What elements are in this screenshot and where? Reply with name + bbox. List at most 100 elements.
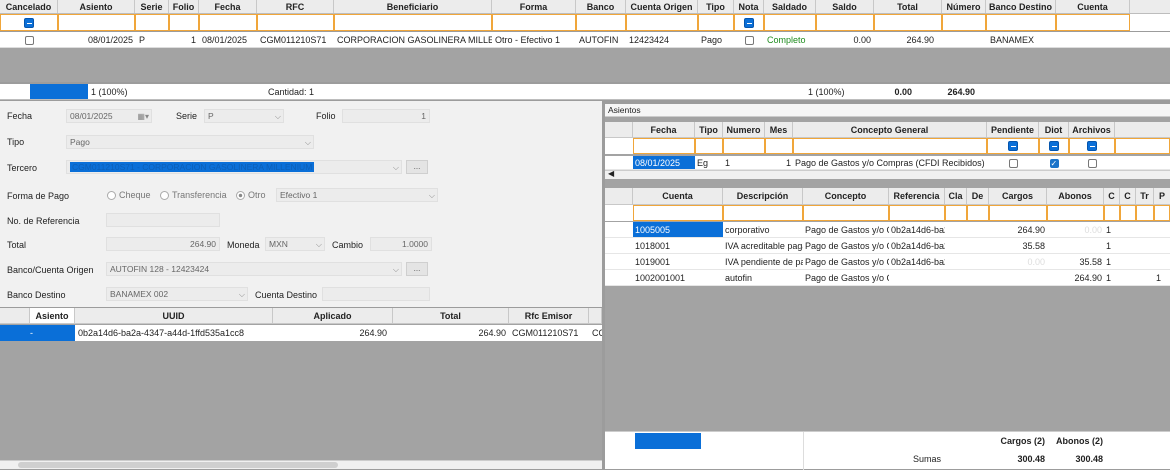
col-beneficiario[interactable]: Beneficiario <box>334 0 492 13</box>
col-banco-destino[interactable]: Banco Destino <box>986 0 1056 13</box>
filter-tr[interactable] <box>1136 205 1154 221</box>
tercero-select[interactable]: CGM011210S71 - CORPORACION GASOLINERA MI… <box>66 160 402 174</box>
pendiente-cell[interactable] <box>987 156 1039 169</box>
cambio-input[interactable]: 1.0000 <box>370 237 432 251</box>
col-rfc-emisor[interactable]: Rfc Emisor <box>509 308 589 323</box>
filter-fecha[interactable] <box>199 14 257 31</box>
tipo-select[interactable]: Pago ⌵ <box>66 135 314 149</box>
col-concepto[interactable]: Concepto <box>803 188 889 204</box>
table-row[interactable]: 08/01/2025 Eg 1 1 Pago de Gastos y/o Com… <box>605 156 1170 170</box>
filter-toggle-icon[interactable] <box>744 18 754 28</box>
col-saldo[interactable]: Saldo <box>816 0 874 13</box>
col-p[interactable]: P <box>1154 188 1170 204</box>
filter-pendiente[interactable] <box>987 138 1039 154</box>
banco-origen-select[interactable]: AUTOFIN 128 - 12423424 ⌵ <box>106 262 402 276</box>
col-total[interactable]: Total <box>393 308 509 323</box>
filter-c1[interactable] <box>1104 205 1120 221</box>
filter-forma[interactable] <box>492 14 576 31</box>
col-tipo[interactable]: Tipo <box>695 122 723 137</box>
filter-abonos[interactable] <box>1047 205 1104 221</box>
cuenta-destino-input[interactable] <box>322 287 430 301</box>
col-cancelado[interactable]: Cancelado <box>0 0 58 13</box>
table-row[interactable]: - 0b2a14d6-ba2a-4347-a44d-1ffd535a1cc8 2… <box>0 325 602 341</box>
col-cuenta[interactable]: Cuenta <box>633 188 723 204</box>
col-cla[interactable]: Cla <box>945 188 967 204</box>
filter-total[interactable] <box>874 14 942 31</box>
col-fecha[interactable]: Fecha <box>199 0 257 13</box>
filter-tipo[interactable] <box>698 14 734 31</box>
radio-transferencia[interactable]: Transferencia <box>160 190 227 201</box>
filter-archivos[interactable] <box>1069 138 1115 154</box>
col-numero[interactable]: Numero <box>723 122 765 137</box>
filter-numero[interactable] <box>942 14 986 31</box>
archivos-cell[interactable] <box>1069 156 1115 169</box>
col-tr[interactable]: Tr <box>1136 188 1154 204</box>
filter-concepto[interactable] <box>793 138 987 154</box>
filter-cuenta[interactable] <box>633 205 723 221</box>
col-diot[interactable]: Diot <box>1039 122 1069 137</box>
nota-cell[interactable] <box>734 32 764 47</box>
col-c1[interactable]: C <box>1104 188 1120 204</box>
filter-diot[interactable] <box>1039 138 1069 154</box>
calendar-icon[interactable]: ▦▾ <box>137 111 149 122</box>
filter-tipo[interactable] <box>695 138 723 154</box>
table-row[interactable]: 1019001 IVA pendiente de pago Pago de Ga… <box>605 254 1170 270</box>
col-banco[interactable]: Banco <box>576 0 626 13</box>
filter-banco[interactable] <box>576 14 626 31</box>
col-pendiente[interactable]: Pendiente <box>987 122 1039 137</box>
filter-de[interactable] <box>967 205 989 221</box>
col-rfc[interactable]: RFC <box>257 0 334 13</box>
filter-rfc[interactable] <box>257 14 334 31</box>
diot-checkbox[interactable] <box>1049 157 1059 169</box>
filter-numero[interactable] <box>723 138 765 154</box>
col-asiento[interactable]: Asiento <box>58 0 135 13</box>
filter-folio[interactable] <box>169 14 199 31</box>
banco-origen-browse-button[interactable]: ... <box>406 262 428 276</box>
col-cuenta-origen[interactable]: Cuenta Origen <box>626 0 698 13</box>
filter-toggle-icon[interactable] <box>1049 141 1059 151</box>
col-serie[interactable]: Serie <box>135 0 169 13</box>
filter-cla[interactable] <box>945 205 967 221</box>
nota-checkbox[interactable] <box>744 36 754 46</box>
diot-cell[interactable] <box>1039 156 1069 169</box>
filter-descripcion[interactable] <box>723 205 803 221</box>
filter-saldo[interactable] <box>816 14 874 31</box>
filter-banco-destino[interactable] <box>986 14 1056 31</box>
scroll-left-icon[interactable]: ◀ <box>608 169 614 178</box>
cancelado-cell[interactable] <box>0 32 58 47</box>
filter-fecha[interactable] <box>633 138 695 154</box>
filter-p[interactable] <box>1154 205 1170 221</box>
filter-serie[interactable] <box>135 14 169 31</box>
col-fecha[interactable]: Fecha <box>633 122 695 137</box>
table-row[interactable]: 1018001 IVA acreditable pagado Pago de G… <box>605 238 1170 254</box>
table-row[interactable]: 1005005 corporativo Pago de Gastos y/o C… <box>605 222 1170 238</box>
forma-select[interactable]: Efectivo 1 ⌵ <box>276 188 438 202</box>
filter-cargos[interactable] <box>989 205 1047 221</box>
col-saldado[interactable]: Saldado <box>764 0 816 13</box>
col-referencia[interactable]: Referencia <box>889 188 945 204</box>
tercero-browse-button[interactable]: ... <box>406 160 428 174</box>
filter-nota[interactable] <box>734 14 764 31</box>
filter-toggle-icon[interactable] <box>1087 141 1097 151</box>
col-forma[interactable]: Forma <box>492 0 576 13</box>
banco-destino-select[interactable]: BANAMEX 002 ⌵ <box>106 287 248 301</box>
radio-cheque[interactable]: Cheque <box>107 190 151 201</box>
filter-cancelado[interactable] <box>0 14 58 31</box>
col-mes[interactable]: Mes <box>765 122 793 137</box>
col-folio[interactable]: Folio <box>169 0 199 13</box>
col-archivos[interactable]: Archivos <box>1069 122 1115 137</box>
table-row[interactable]: 08/01/2025 Eg-1 P 1 08/01/2025 CGM011210… <box>0 32 1170 48</box>
filter-asiento[interactable] <box>58 14 135 31</box>
fecha-input[interactable]: 08/01/2025 ▦▾ <box>66 109 152 123</box>
filter-concepto[interactable] <box>803 205 889 221</box>
scrollbar-thumb[interactable] <box>18 462 338 468</box>
filter-cuenta[interactable] <box>1056 14 1130 31</box>
col-abonos[interactable]: Abonos <box>1047 188 1104 204</box>
col-cuenta[interactable]: Cuenta <box>1056 0 1130 13</box>
col-cargos[interactable]: Cargos <box>989 188 1047 204</box>
col-aplicado[interactable]: Aplicado <box>273 308 393 323</box>
filter-referencia[interactable] <box>889 205 945 221</box>
filter-saldado[interactable] <box>764 14 816 31</box>
col-descripcion[interactable]: Descripción <box>723 188 803 204</box>
col-total[interactable]: Total <box>874 0 942 13</box>
